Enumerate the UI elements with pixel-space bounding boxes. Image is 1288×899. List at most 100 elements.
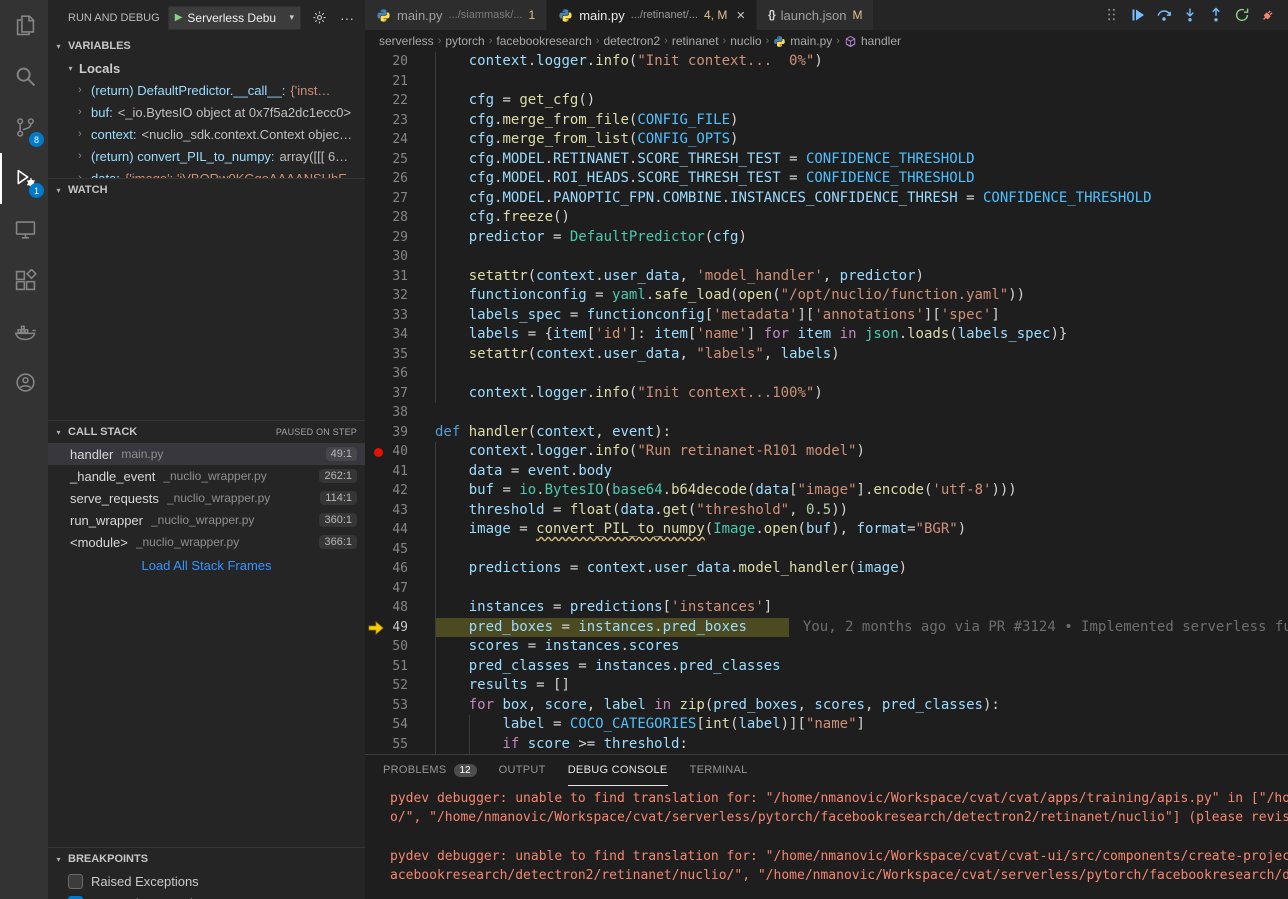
code-line[interactable]: 27 cfg.MODEL.PANOPTIC_FPN.COMBINE.INSTAN… bbox=[365, 189, 1288, 209]
code-line[interactable]: 55 if score >= threshold: bbox=[365, 735, 1288, 755]
breadcrumb-item[interactable]: retinanet bbox=[672, 34, 719, 48]
code-line[interactable]: 22 cfg = get_cfg() bbox=[365, 91, 1288, 111]
breadcrumb-item[interactable]: nuclio bbox=[730, 34, 761, 48]
gutter[interactable]: 54 bbox=[365, 715, 435, 735]
breakpoints-section-header[interactable]: ▾ BREAKPOINTS bbox=[48, 848, 365, 870]
load-all-stack-frames-link[interactable]: Load All Stack Frames bbox=[48, 558, 365, 573]
code-line[interactable]: 33 labels_spec = functionconfig['metadat… bbox=[365, 306, 1288, 326]
variable-row[interactable]: ›(return) DefaultPredictor.__call__:{'in… bbox=[48, 79, 365, 101]
gutter[interactable]: 45 bbox=[365, 540, 435, 560]
gutter[interactable]: 41 bbox=[365, 462, 435, 482]
variable-row[interactable]: ›(return) convert_PIL_to_numpy:array([[[… bbox=[48, 145, 365, 167]
gutter[interactable]: 37 bbox=[365, 384, 435, 404]
step-into-icon[interactable] bbox=[1182, 7, 1198, 23]
gutter[interactable]: 32 bbox=[365, 286, 435, 306]
panel-tab-debug-console[interactable]: DEBUG CONSOLE bbox=[568, 755, 668, 786]
panel-tab-problems[interactable]: PROBLEMS12 bbox=[383, 755, 477, 786]
code-line[interactable]: 43 threshold = float(data.get("threshold… bbox=[365, 501, 1288, 521]
activity-source-control-button[interactable]: 8 bbox=[0, 102, 48, 153]
code-line[interactable]: 34 labels = {item['id']: item['name'] fo… bbox=[365, 325, 1288, 345]
gutter[interactable]: 52 bbox=[365, 676, 435, 696]
code-line[interactable]: 38 bbox=[365, 403, 1288, 423]
gutter[interactable]: 25 bbox=[365, 150, 435, 170]
code-line[interactable]: 28 cfg.freeze() bbox=[365, 208, 1288, 228]
code-line[interactable]: 32 functionconfig = yaml.safe_load(open(… bbox=[365, 286, 1288, 306]
scope-locals[interactable]: ▾ Locals bbox=[48, 57, 365, 79]
disconnect-icon[interactable] bbox=[1260, 7, 1276, 23]
gutter[interactable]: 46 bbox=[365, 559, 435, 579]
gutter[interactable]: 51 bbox=[365, 657, 435, 677]
code-line[interactable]: 21 bbox=[365, 72, 1288, 92]
panel-tab-output[interactable]: OUTPUT bbox=[499, 755, 546, 786]
checkbox-unchecked-icon[interactable] bbox=[68, 874, 83, 889]
call-stack-section-header[interactable]: ▾ CALL STACK PAUSED ON STEP bbox=[48, 421, 365, 443]
stack-frame-row[interactable]: _handle_event_nuclio_wrapper.py262:1 bbox=[48, 465, 365, 487]
stack-frame-row[interactable]: <module>_nuclio_wrapper.py366:1 bbox=[48, 531, 365, 553]
gutter[interactable]: 49 bbox=[365, 618, 435, 638]
breadcrumb-item[interactable]: serverless bbox=[379, 34, 434, 48]
gutter[interactable]: 48 bbox=[365, 598, 435, 618]
checkbox-checked-icon[interactable]: ✓ bbox=[68, 896, 83, 899]
debug-console-output[interactable]: pydev debugger: unable to find translati… bbox=[365, 786, 1288, 899]
gutter[interactable]: 29 bbox=[365, 228, 435, 248]
launch-config-select[interactable]: ▶ Serverless Debu ▾ bbox=[168, 6, 301, 30]
code-line[interactable]: 54 label = COCO_CATEGORIES[int(label)]["… bbox=[365, 715, 1288, 735]
editor-tab[interactable]: main.py.../siammask/...1 bbox=[365, 0, 547, 30]
gutter[interactable]: 20 bbox=[365, 52, 435, 72]
breadcrumb-item[interactable]: main.py bbox=[773, 34, 832, 48]
code-line[interactable]: 53 for box, score, label in zip(pred_box… bbox=[365, 696, 1288, 716]
activity-docker-button[interactable] bbox=[0, 306, 48, 357]
restart-icon[interactable] bbox=[1234, 7, 1250, 23]
more-actions-icon[interactable]: ··· bbox=[337, 10, 357, 26]
code-line[interactable]: 47 bbox=[365, 579, 1288, 599]
variable-row[interactable]: ›buf:<_io.BytesIO object at 0x7f5a2dc1ec… bbox=[48, 101, 365, 123]
code-line[interactable]: 52 results = [] bbox=[365, 676, 1288, 696]
activity-run-and-debug-button[interactable]: 1 bbox=[0, 153, 48, 204]
code-line[interactable]: 49 pred_boxes = instances.pred_boxesYou,… bbox=[365, 618, 1288, 638]
gutter[interactable]: 50 bbox=[365, 637, 435, 657]
code-line[interactable]: 51 pred_classes = instances.pred_classes bbox=[365, 657, 1288, 677]
gutter[interactable]: 43 bbox=[365, 501, 435, 521]
variable-row[interactable]: ›data:{'image': 'iVBORw0KGgoAAAANSUhE… bbox=[48, 167, 365, 178]
code-line[interactable]: 39def handler(context, event): bbox=[365, 423, 1288, 443]
breakpoint-icon[interactable] bbox=[374, 448, 383, 457]
code-line[interactable]: 40 context.logger.info("Run retinanet-R1… bbox=[365, 442, 1288, 462]
gutter[interactable]: 53 bbox=[365, 696, 435, 716]
code-line[interactable]: 25 cfg.MODEL.RETINANET.SCORE_THRESH_TEST… bbox=[365, 150, 1288, 170]
stack-frame-row[interactable]: serve_requests_nuclio_wrapper.py114:1 bbox=[48, 487, 365, 509]
continue-icon[interactable] bbox=[1130, 7, 1146, 23]
breakpoint-row[interactable]: Raised Exceptions bbox=[48, 870, 365, 892]
watch-section-header[interactable]: ▾ WATCH bbox=[48, 179, 365, 201]
close-icon[interactable]: × bbox=[736, 7, 745, 24]
gutter[interactable]: 44 bbox=[365, 520, 435, 540]
code-editor[interactable]: 20 context.logger.info("Init context... … bbox=[365, 52, 1288, 754]
code-line[interactable]: 42 buf = io.BytesIO(base64.b64decode(dat… bbox=[365, 481, 1288, 501]
gutter[interactable]: 26 bbox=[365, 169, 435, 189]
gutter[interactable]: 55 bbox=[365, 735, 435, 755]
stack-frame-row[interactable]: run_wrapper_nuclio_wrapper.py360:1 bbox=[48, 509, 365, 531]
activity-account-button[interactable] bbox=[0, 357, 48, 408]
activity-remote-explorer-button[interactable] bbox=[0, 204, 48, 255]
code-line[interactable]: 50 scores = instances.scores bbox=[365, 637, 1288, 657]
code-line[interactable]: 48 instances = predictions['instances'] bbox=[365, 598, 1288, 618]
code-line[interactable]: 36 bbox=[365, 364, 1288, 384]
gutter[interactable]: 22 bbox=[365, 91, 435, 111]
stack-frame-row[interactable]: handlermain.py49:1 bbox=[48, 443, 365, 465]
gutter[interactable]: 28 bbox=[365, 208, 435, 228]
code-line[interactable]: 46 predictions = context.user_data.model… bbox=[365, 559, 1288, 579]
code-line[interactable]: 35 setattr(context.user_data, "labels", … bbox=[365, 345, 1288, 365]
code-line[interactable]: 37 context.logger.info("Init context...1… bbox=[365, 384, 1288, 404]
breadcrumb-item[interactable]: pytorch bbox=[445, 34, 484, 48]
breadcrumb-item[interactable]: handler bbox=[844, 34, 901, 48]
gutter[interactable]: 30 bbox=[365, 247, 435, 267]
gutter[interactable]: 35 bbox=[365, 345, 435, 365]
code-line[interactable]: 26 cfg.MODEL.ROI_HEADS.SCORE_THRESH_TEST… bbox=[365, 169, 1288, 189]
gutter[interactable]: 31 bbox=[365, 267, 435, 287]
gutter[interactable]: 47 bbox=[365, 579, 435, 599]
gutter[interactable]: 27 bbox=[365, 189, 435, 209]
gutter[interactable]: 21 bbox=[365, 72, 435, 92]
code-line[interactable]: 24 cfg.merge_from_list(CONFIG_OPTS) bbox=[365, 130, 1288, 150]
step-out-icon[interactable] bbox=[1208, 7, 1224, 23]
panel-tab-terminal[interactable]: TERMINAL bbox=[690, 755, 748, 786]
gutter[interactable]: 34 bbox=[365, 325, 435, 345]
